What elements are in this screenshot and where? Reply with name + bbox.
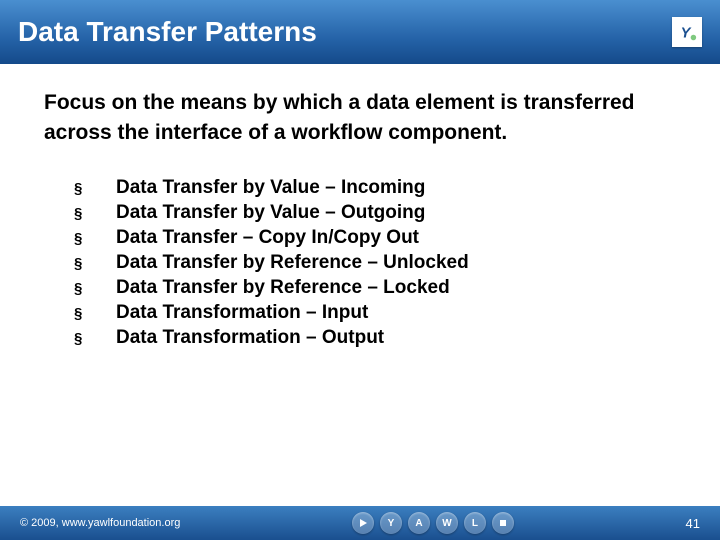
yawl-logo-icon: Y <box>672 17 702 47</box>
bullet-marker-icon: § <box>74 280 116 297</box>
slide-title: Data Transfer Patterns <box>18 16 317 48</box>
intro-text: Focus on the means by which a data eleme… <box>44 88 676 149</box>
slide-footer: © 2009, www.yawlfoundation.org Y A W L 4… <box>0 506 720 540</box>
bullet-marker-icon: § <box>74 230 116 247</box>
bullet-text: Data Transfer by Value – Outgoing <box>116 202 425 224</box>
page-number: 41 <box>686 516 700 531</box>
list-item: § Data Transfer by Value – Incoming <box>74 177 676 199</box>
bullet-text: Data Transfer by Reference – Locked <box>116 277 450 299</box>
slide-body: Focus on the means by which a data eleme… <box>0 64 720 349</box>
bullet-text: Data Transfer by Reference – Unlocked <box>116 252 469 274</box>
bullet-marker-icon: § <box>74 330 116 347</box>
slide: Data Transfer Patterns Y Focus on the me… <box>0 0 720 540</box>
bullet-marker-icon: § <box>74 180 116 197</box>
svg-text:Y: Y <box>681 26 692 42</box>
footer-letter: Y <box>380 512 402 534</box>
bullet-marker-icon: § <box>74 205 116 222</box>
bullet-text: Data Transformation – Output <box>116 327 384 349</box>
list-item: § Data Transfer by Value – Outgoing <box>74 202 676 224</box>
bullet-list: § Data Transfer by Value – Incoming § Da… <box>44 177 676 349</box>
bullet-marker-icon: § <box>74 255 116 272</box>
footer-letter: A <box>408 512 430 534</box>
bullet-text: Data Transfer – Copy In/Copy Out <box>116 227 419 249</box>
copyright-text: © 2009, www.yawlfoundation.org <box>20 517 180 529</box>
bullet-text: Data Transformation – Input <box>116 302 368 324</box>
play-icon <box>352 512 374 534</box>
list-item: § Data Transfer by Reference – Locked <box>74 277 676 299</box>
stop-icon <box>492 512 514 534</box>
slide-header: Data Transfer Patterns Y <box>0 0 720 64</box>
bullet-text: Data Transfer by Value – Incoming <box>116 177 425 199</box>
list-item: § Data Transformation – Output <box>74 327 676 349</box>
footer-letter: L <box>464 512 486 534</box>
footer-letter: W <box>436 512 458 534</box>
list-item: § Data Transfer – Copy In/Copy Out <box>74 227 676 249</box>
footer-logo-row: Y A W L <box>180 512 685 534</box>
list-item: § Data Transfer by Reference – Unlocked <box>74 252 676 274</box>
list-item: § Data Transformation – Input <box>74 302 676 324</box>
bullet-marker-icon: § <box>74 305 116 322</box>
